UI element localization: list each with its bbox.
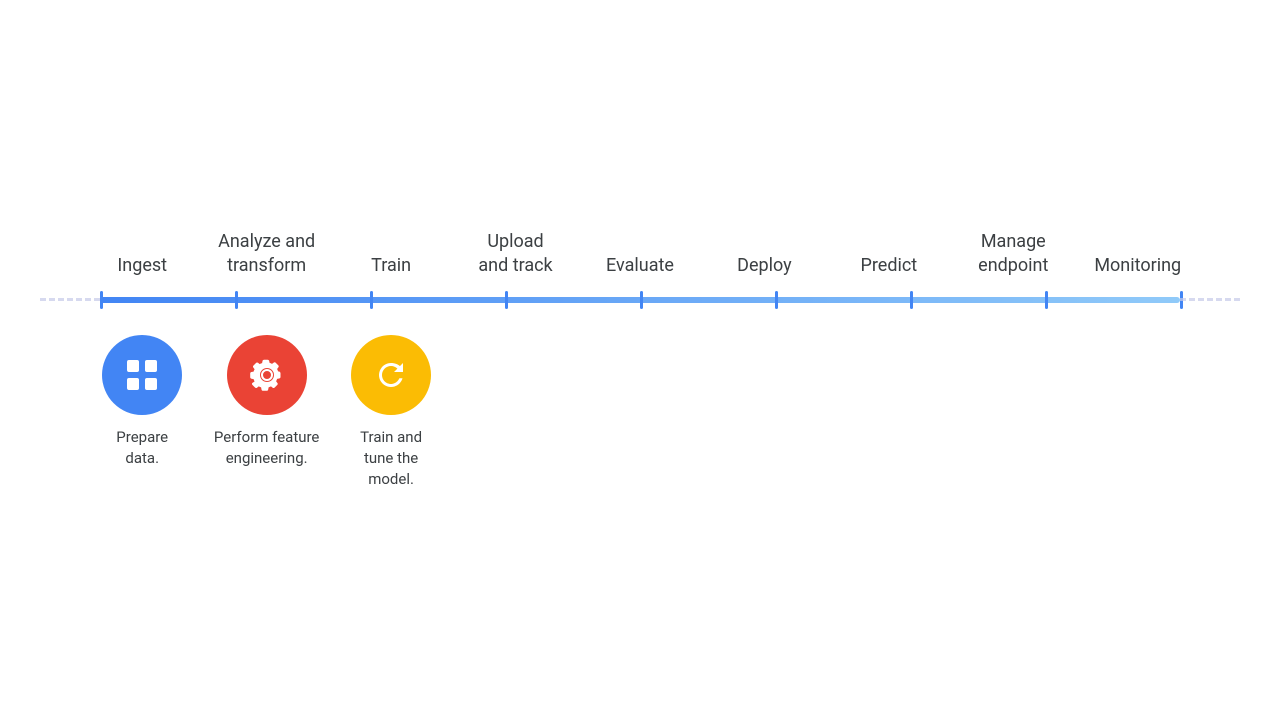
tick-5 [775, 291, 778, 309]
timeline-labels: Ingest Analyze andtransform Train Upload… [40, 230, 1240, 277]
tick-0 [100, 291, 103, 309]
tick-4 [640, 291, 643, 309]
icon-circle-ingest [102, 335, 182, 415]
refresh-icon [371, 355, 411, 395]
train-label: Train andtune themodel. [360, 427, 422, 490]
icon-item-manage [951, 335, 1075, 490]
tick-marks [100, 297, 1180, 303]
label-manage-endpoint: Manageendpoint [951, 230, 1075, 277]
icon-circle-train [351, 335, 431, 415]
gear-icon [247, 355, 287, 395]
timeline-bar [40, 285, 1240, 315]
tick-1 [235, 291, 238, 309]
grid-icon [122, 355, 162, 395]
icons-row: Preparedata. Perform featureengineering.… [40, 335, 1240, 490]
ingest-label: Preparedata. [116, 427, 168, 469]
label-monitoring: Monitoring [1076, 254, 1200, 277]
label-upload-track: Uploadand track [453, 230, 577, 277]
icon-item-predict [827, 335, 951, 490]
label-deploy: Deploy [702, 254, 826, 277]
icon-item-deploy [702, 335, 826, 490]
icon-item-evaluate [578, 335, 702, 490]
dashed-right [1180, 298, 1240, 301]
icon-item-feature: Perform featureengineering. [204, 335, 328, 490]
icon-item-upload [453, 335, 577, 490]
tick-7 [1045, 291, 1048, 309]
feature-label: Perform featureengineering. [214, 427, 319, 469]
main-container: Ingest Analyze andtransform Train Upload… [40, 230, 1240, 490]
tick-2 [370, 291, 373, 309]
label-predict: Predict [827, 254, 951, 277]
label-train: Train [329, 254, 453, 277]
timeline-solid-bar [100, 297, 1180, 303]
icon-item-train: Train andtune themodel. [329, 335, 453, 490]
icon-item-monitoring [1076, 335, 1200, 490]
tick-3 [505, 291, 508, 309]
label-analyze-transform: Analyze andtransform [204, 230, 328, 277]
tick-6 [910, 291, 913, 309]
label-evaluate: Evaluate [578, 254, 702, 277]
label-ingest: Ingest [80, 254, 204, 277]
dashed-left [40, 298, 100, 301]
icon-circle-feature [227, 335, 307, 415]
icon-item-ingest: Preparedata. [80, 335, 204, 490]
